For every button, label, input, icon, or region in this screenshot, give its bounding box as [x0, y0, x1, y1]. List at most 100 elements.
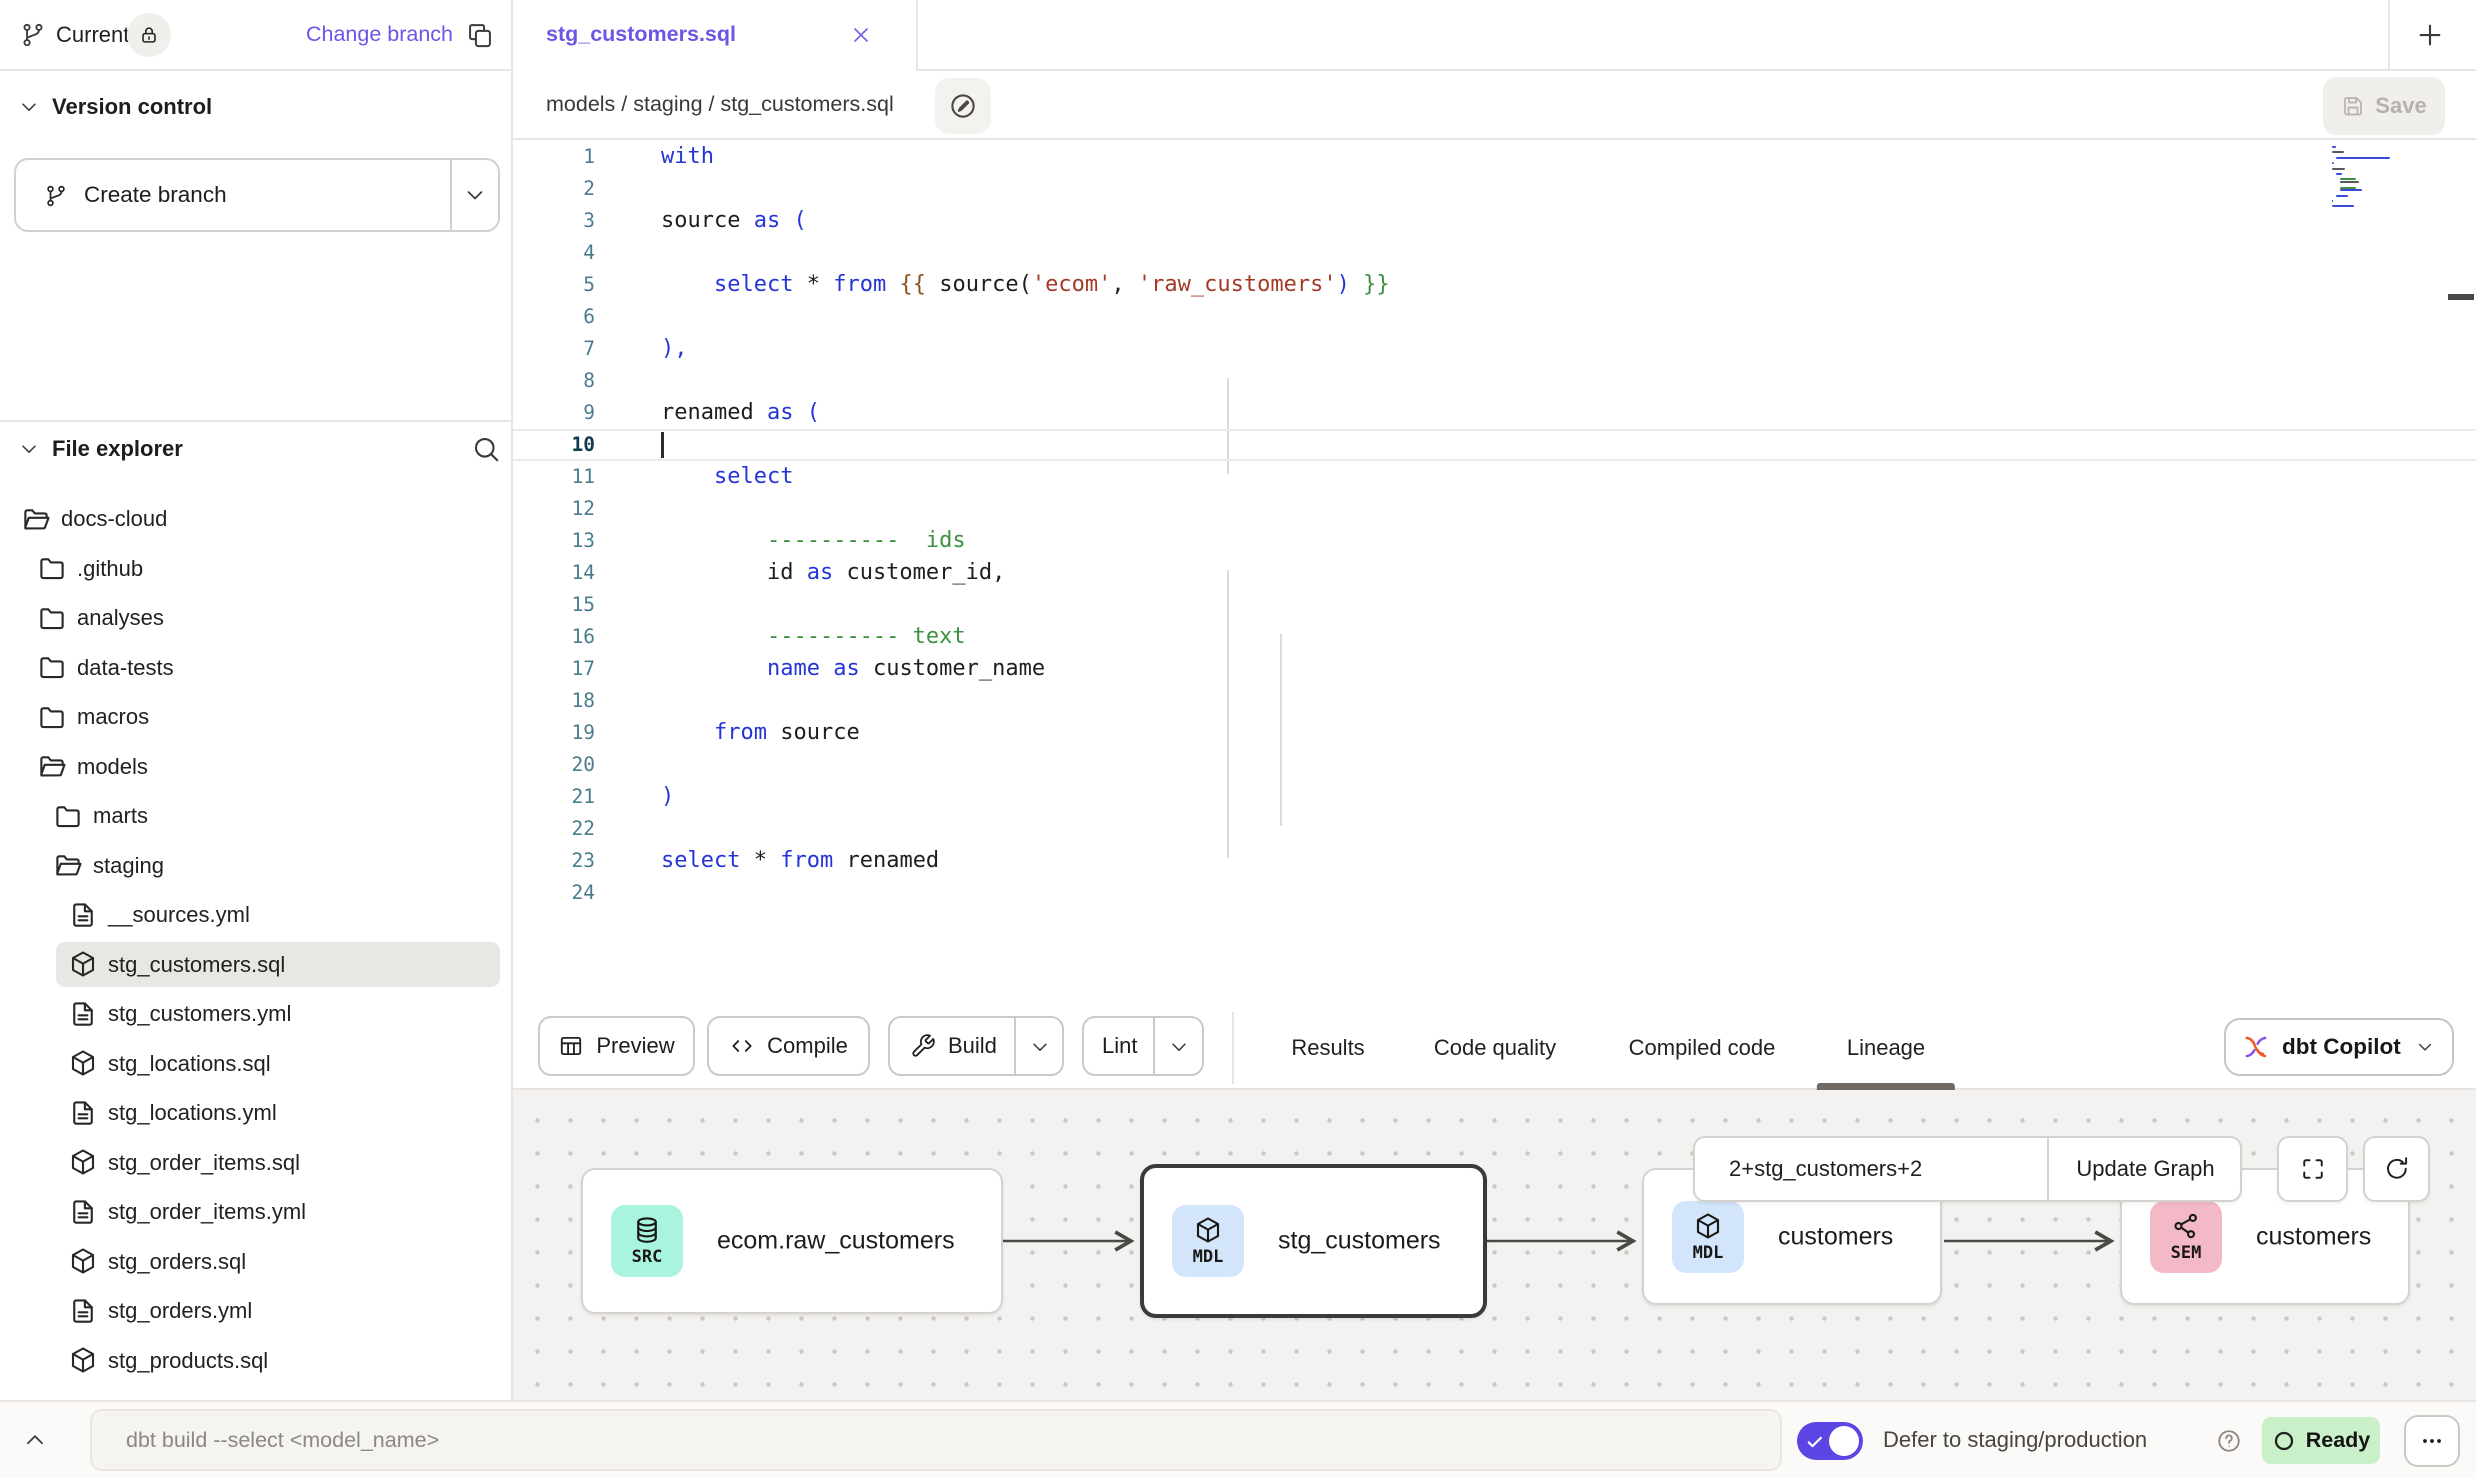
tab-code-quality[interactable]: Code quality: [1404, 1006, 1586, 1090]
tab-results[interactable]: Results: [1261, 1006, 1394, 1090]
tree-file--sources-yml[interactable]: __sources.yml: [0, 890, 513, 940]
create-branch-button[interactable]: Create branch: [14, 158, 500, 232]
tree-file-stg-orders-sql[interactable]: stg_orders.sql: [0, 1237, 513, 1287]
file-name: stg_customers.sql: [108, 940, 285, 990]
tree-file-stg-locations-sql[interactable]: stg_locations.sql: [0, 1039, 513, 1089]
status-badge[interactable]: Ready: [2262, 1417, 2380, 1464]
tree-folder-marts[interactable]: marts: [0, 791, 513, 841]
line-number: 5: [513, 269, 595, 301]
line-number: 24: [513, 877, 595, 909]
command-input[interactable]: [90, 1409, 1782, 1471]
lineage-selector-input[interactable]: 2+stg_customers+2: [1695, 1138, 2047, 1200]
line-number: 13: [513, 525, 595, 557]
lineage-node-ecom-raw-customers[interactable]: SRCecom.raw_customers: [581, 1168, 1003, 1314]
sidebar: Current Change branch Version control Cr…: [0, 0, 513, 1400]
tree-file-stg-customers-sql[interactable]: stg_customers.sql: [0, 940, 513, 990]
model-cube-icon: [68, 1246, 98, 1276]
tree-file-stg-products-sql[interactable]: stg_products.sql: [0, 1336, 513, 1386]
refresh-button[interactable]: [2363, 1136, 2430, 1202]
compile-label: Compile: [767, 1033, 848, 1059]
tree-file-stg-customers-yml[interactable]: stg_customers.yml: [0, 989, 513, 1039]
build-button[interactable]: Build: [888, 1016, 1064, 1076]
tree-folder-analyses[interactable]: analyses: [0, 593, 513, 643]
file-name: docs-cloud: [61, 494, 167, 544]
node-label: customers: [1778, 1222, 1893, 1251]
tree-file-stg-order-items-sql[interactable]: stg_order_items.sql: [0, 1138, 513, 1188]
line-number: 15: [513, 589, 595, 621]
dbt-copilot-button[interactable]: dbt Copilot: [2224, 1018, 2454, 1076]
line-number: 3: [513, 205, 595, 237]
scrollbar-thumb[interactable]: [2448, 294, 2474, 300]
dbt-copilot-logo-icon: [2242, 1033, 2270, 1061]
defer-label: Defer to staging/production: [1883, 1402, 2147, 1478]
chevron-up-icon[interactable]: [22, 1427, 48, 1453]
git-branch-icon: [20, 22, 46, 48]
line-number: 1: [513, 141, 595, 173]
chevron-down-icon[interactable]: [1168, 1036, 1190, 1058]
tree-file-stg-order-items-yml[interactable]: stg_order_items.yml: [0, 1187, 513, 1237]
defer-toggle[interactable]: [1797, 1422, 1863, 1460]
line-number: 4: [513, 237, 595, 269]
version-control-header[interactable]: Version control: [0, 85, 511, 129]
chevron-down-icon[interactable]: [463, 183, 487, 207]
code-line-9: 9renamed as (: [513, 397, 2476, 429]
file-explorer-header[interactable]: File explorer: [0, 427, 511, 471]
copilot-edit-button[interactable]: [935, 78, 991, 134]
code-line-16: 16 ---------- text: [513, 621, 2476, 653]
code-editor[interactable]: 1with23source as (45 select * from {{ so…: [513, 140, 2476, 1006]
folder-open-icon: [21, 504, 51, 534]
database-icon: [632, 1215, 662, 1245]
tree-folder-macros[interactable]: macros: [0, 692, 513, 742]
save-button[interactable]: Save: [2323, 77, 2445, 135]
breadcrumb: models / staging / stg_customers.sql: [546, 71, 894, 138]
current-branch-label: Current: [56, 0, 129, 69]
line-number: 22: [513, 813, 595, 845]
tab-stg-customers-sql[interactable]: stg_customers.sql: [513, 0, 918, 71]
tree-file-stg-locations-yml[interactable]: stg_locations.yml: [0, 1088, 513, 1138]
folder-icon: [37, 702, 67, 732]
tab-lineage[interactable]: Lineage: [1817, 1006, 1955, 1090]
search-icon[interactable]: [471, 434, 501, 464]
lint-button[interactable]: Lint: [1082, 1016, 1204, 1076]
minimap-line: [2336, 195, 2348, 197]
minimap-line: [2340, 187, 2356, 189]
update-graph-button[interactable]: Update Graph: [2049, 1138, 2242, 1200]
command-bar: Defer to staging/production Ready: [0, 1400, 2476, 1478]
file-name: stg_products.sql: [108, 1336, 268, 1386]
compile-button[interactable]: Compile: [707, 1016, 870, 1076]
fullscreen-icon: [2299, 1155, 2327, 1183]
minimap[interactable]: [2332, 146, 2412, 216]
tab-compiled-code[interactable]: Compiled code: [1599, 1006, 1806, 1090]
preview-button[interactable]: Preview: [538, 1016, 695, 1076]
chevron-down-icon[interactable]: [1029, 1036, 1051, 1058]
file-header-row: models / staging / stg_customers.sql Sav…: [513, 71, 2476, 140]
node-type-badge: MDL: [1172, 1205, 1244, 1277]
lineage-node-stg-customers[interactable]: MDLstg_customers: [1140, 1164, 1487, 1318]
tree-file-stg-orders-yml[interactable]: stg_orders.yml: [0, 1286, 513, 1336]
model-cube-icon: [68, 1345, 98, 1375]
close-icon[interactable]: [849, 23, 873, 47]
change-branch-link[interactable]: Change branch: [306, 0, 453, 69]
code-line-22: 22: [513, 813, 2476, 845]
more-options-button[interactable]: [2404, 1415, 2460, 1467]
tree-folder--github[interactable]: .github: [0, 544, 513, 594]
new-tab-button[interactable]: [2415, 20, 2445, 50]
copy-branch-icon[interactable]: [466, 21, 494, 49]
tree-folder-staging[interactable]: staging: [0, 841, 513, 891]
node-type-label: MDL: [1693, 1243, 1724, 1263]
tree-folder-docs-cloud[interactable]: docs-cloud: [0, 494, 513, 544]
file-doc-icon: [68, 1197, 98, 1227]
line-number: 19: [513, 717, 595, 749]
preview-label: Preview: [596, 1033, 674, 1059]
tree-folder-models[interactable]: models: [0, 742, 513, 792]
tree-folder-data-tests[interactable]: data-tests: [0, 643, 513, 693]
help-icon[interactable]: [2216, 1428, 2242, 1454]
minimap-line: [2340, 178, 2356, 180]
code-lines: 1with23source as (45 select * from {{ so…: [513, 141, 2476, 909]
lineage-panel[interactable]: SRCecom.raw_customersMDLstg_customersMDL…: [513, 1090, 2476, 1400]
editor-action-bar: Preview Compile Build Lint ResultsCode q…: [513, 1006, 2476, 1090]
create-branch-label: Create branch: [84, 160, 227, 230]
fullscreen-button[interactable]: [2277, 1136, 2348, 1202]
node-type-badge: MDL: [1672, 1201, 1744, 1273]
code-line-10: 10: [513, 429, 2476, 461]
